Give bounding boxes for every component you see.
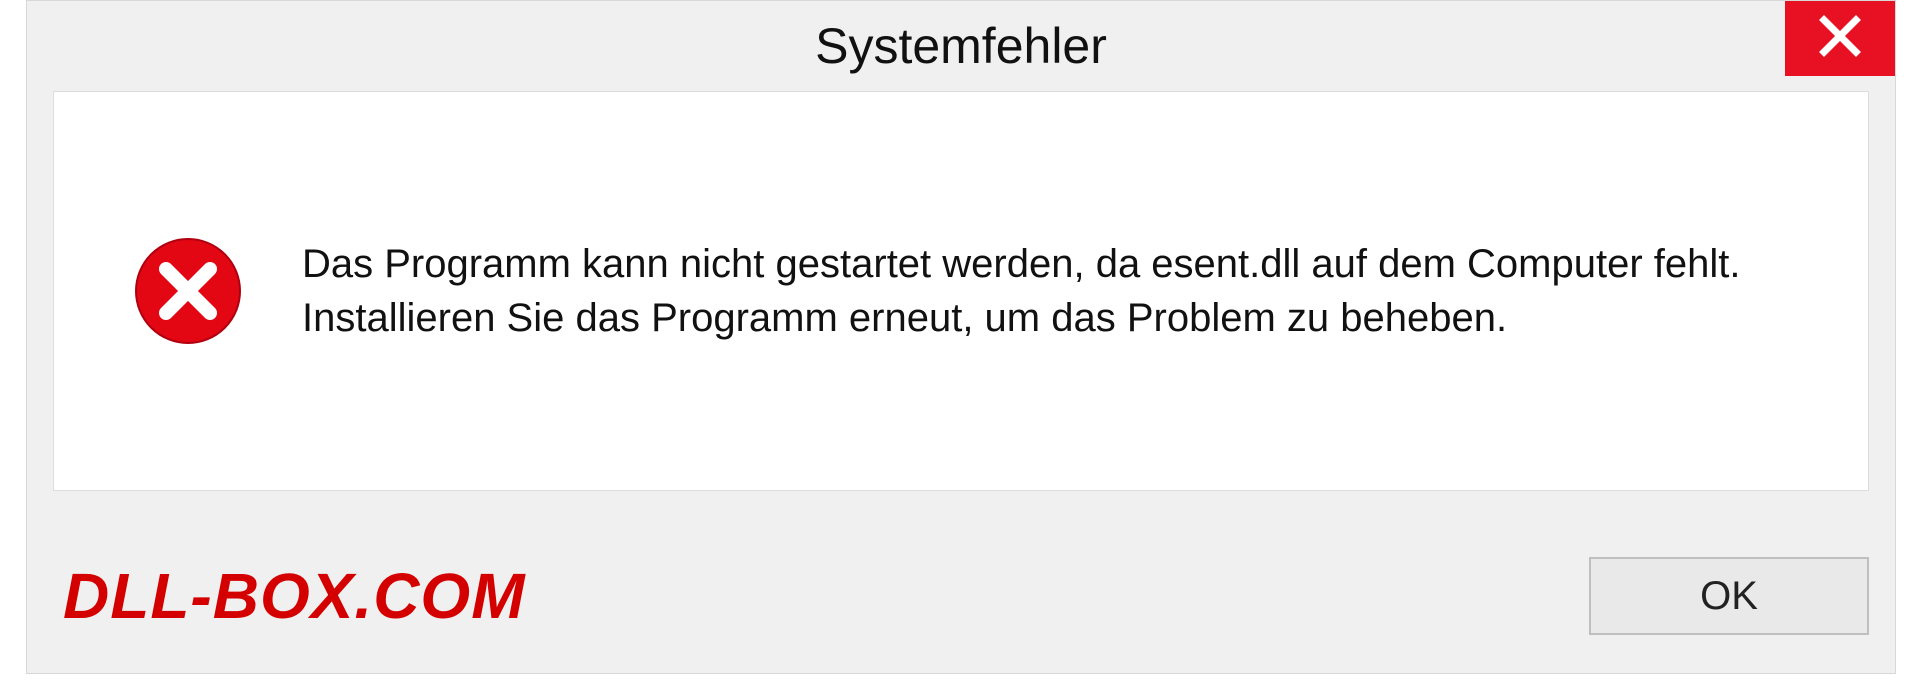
error-icon (134, 237, 242, 345)
dialog-footer: DLL-BOX.COM OK (53, 541, 1869, 651)
error-message: Das Programm kann nicht gestartet werden… (302, 237, 1808, 345)
close-icon (1818, 14, 1862, 63)
content-panel: Das Programm kann nicht gestartet werden… (53, 91, 1869, 491)
dialog-title: Systemfehler (815, 17, 1107, 75)
ok-button-label: OK (1700, 574, 1758, 619)
titlebar: Systemfehler (27, 1, 1895, 91)
ok-button[interactable]: OK (1589, 557, 1869, 635)
watermark-text: DLL-BOX.COM (63, 559, 526, 633)
close-button[interactable] (1785, 1, 1895, 76)
error-dialog: Systemfehler Das Programm kann nicht ges… (26, 0, 1896, 674)
